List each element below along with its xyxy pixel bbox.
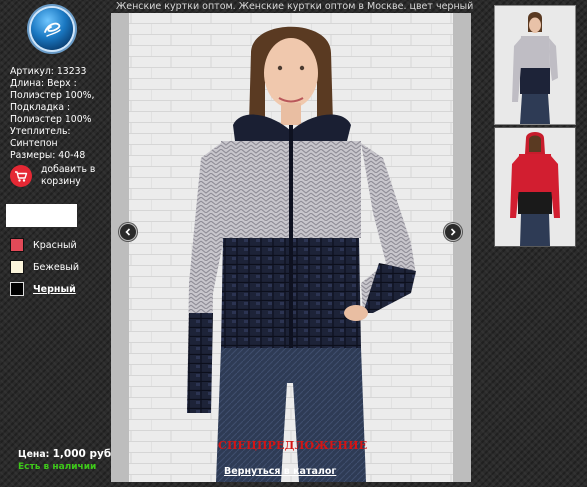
spec-line: Артикул: 13233 — [10, 66, 87, 77]
color-options: Красный Бежевый Черный — [10, 234, 79, 300]
page-title: Женские куртки оптом. Женские куртки опт… — [116, 1, 474, 12]
price-label: Цена: — [18, 449, 50, 460]
special-offer-label: СПЕЦПРЕДЛОЖЕНИЕ — [218, 439, 368, 452]
add-to-cart-label: добавить в корзину — [41, 164, 96, 187]
spec-line: Подкладка : — [10, 102, 71, 113]
color-label-active: Черный — [33, 283, 76, 295]
color-option-black[interactable]: Черный — [10, 278, 79, 300]
spec-line: Полиэстер 100%, — [10, 90, 95, 101]
spec-line: Размеры: 40-48 — [10, 150, 86, 161]
brand-logo[interactable] — [31, 8, 73, 50]
next-photo-button[interactable] — [444, 223, 462, 241]
brand-logo-icon — [44, 22, 61, 37]
spec-line: Синтепон — [10, 138, 58, 149]
product-photo[interactable] — [111, 13, 471, 482]
back-to-catalog-link[interactable]: Вернуться в каталог — [224, 466, 336, 477]
spec-line: Длина: Верх : — [10, 78, 77, 89]
color-swatch — [10, 282, 24, 296]
add-to-cart-button[interactable]: добавить в корзину — [10, 164, 101, 188]
color-option-red[interactable]: Красный — [10, 234, 79, 256]
color-swatch — [10, 238, 24, 252]
color-swatch — [10, 260, 24, 274]
product-specs: Артикул: 13233 Длина: Верх : Полиэстер 1… — [10, 66, 106, 162]
price-value: 1,000 руб. — [52, 448, 116, 460]
prev-photo-button[interactable] — [119, 223, 137, 241]
color-option-beige[interactable]: Бежевый — [10, 256, 79, 278]
spec-line: Утеплитель: — [10, 126, 71, 137]
chevron-right-icon — [450, 228, 456, 236]
color-label: Бежевый — [33, 261, 80, 273]
thumbnail-black[interactable] — [494, 5, 576, 125]
color-label: Красный — [33, 239, 77, 251]
quantity-field[interactable] — [6, 204, 77, 227]
price: Цена: 1,000 руб. — [18, 448, 115, 460]
cart-icon — [10, 165, 32, 187]
stock-status: Есть в наличии — [18, 462, 97, 472]
thumbnail-red[interactable] — [494, 127, 576, 247]
spec-line: Полиэстер 100% — [10, 114, 92, 125]
chevron-left-icon — [125, 228, 131, 236]
